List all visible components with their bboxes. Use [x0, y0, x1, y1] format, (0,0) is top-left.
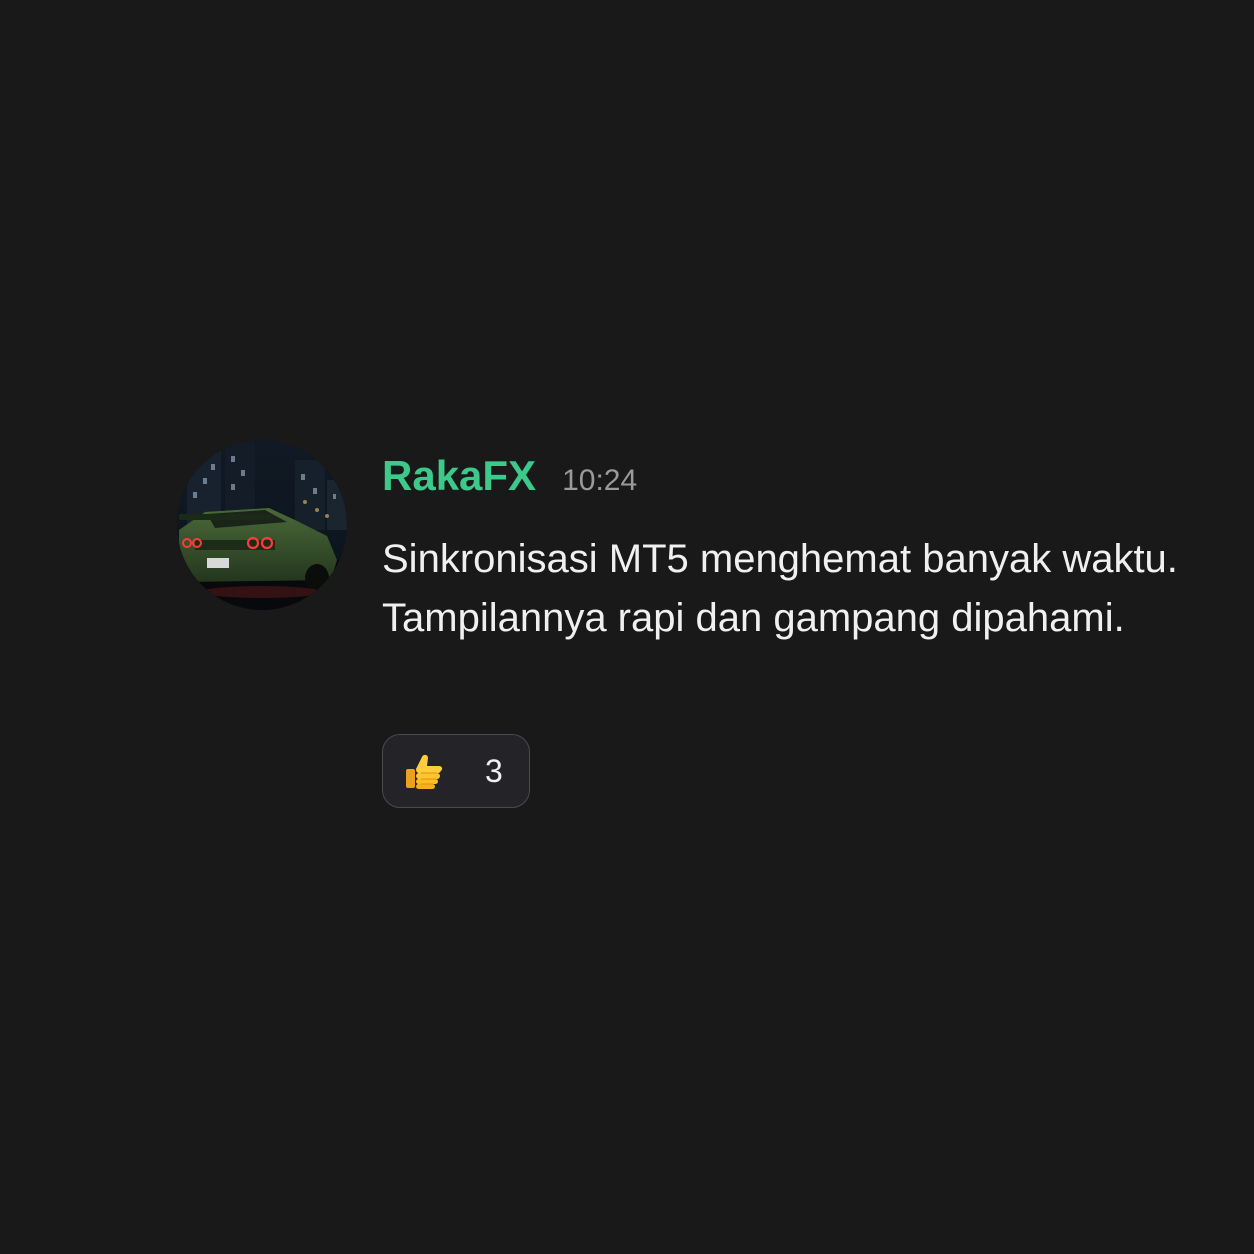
message-header: RakaFX 10:24 [382, 452, 637, 505]
thumbs-up-icon [406, 754, 443, 789]
username[interactable]: RakaFX [382, 452, 536, 500]
reaction-count: 3 [485, 753, 503, 789]
avatar[interactable] [177, 440, 347, 610]
timestamp: 10:24 [562, 464, 638, 497]
reaction-thumbs-up[interactable]: 3 [382, 734, 530, 808]
car-avatar-icon [177, 440, 347, 610]
message-text: Sinkronisasi MT5 menghemat banyak waktu.… [382, 537, 1178, 640]
chat-message: RakaFX 10:24 Sinkronisasi MT5 menghemat … [0, 0, 1254, 1254]
